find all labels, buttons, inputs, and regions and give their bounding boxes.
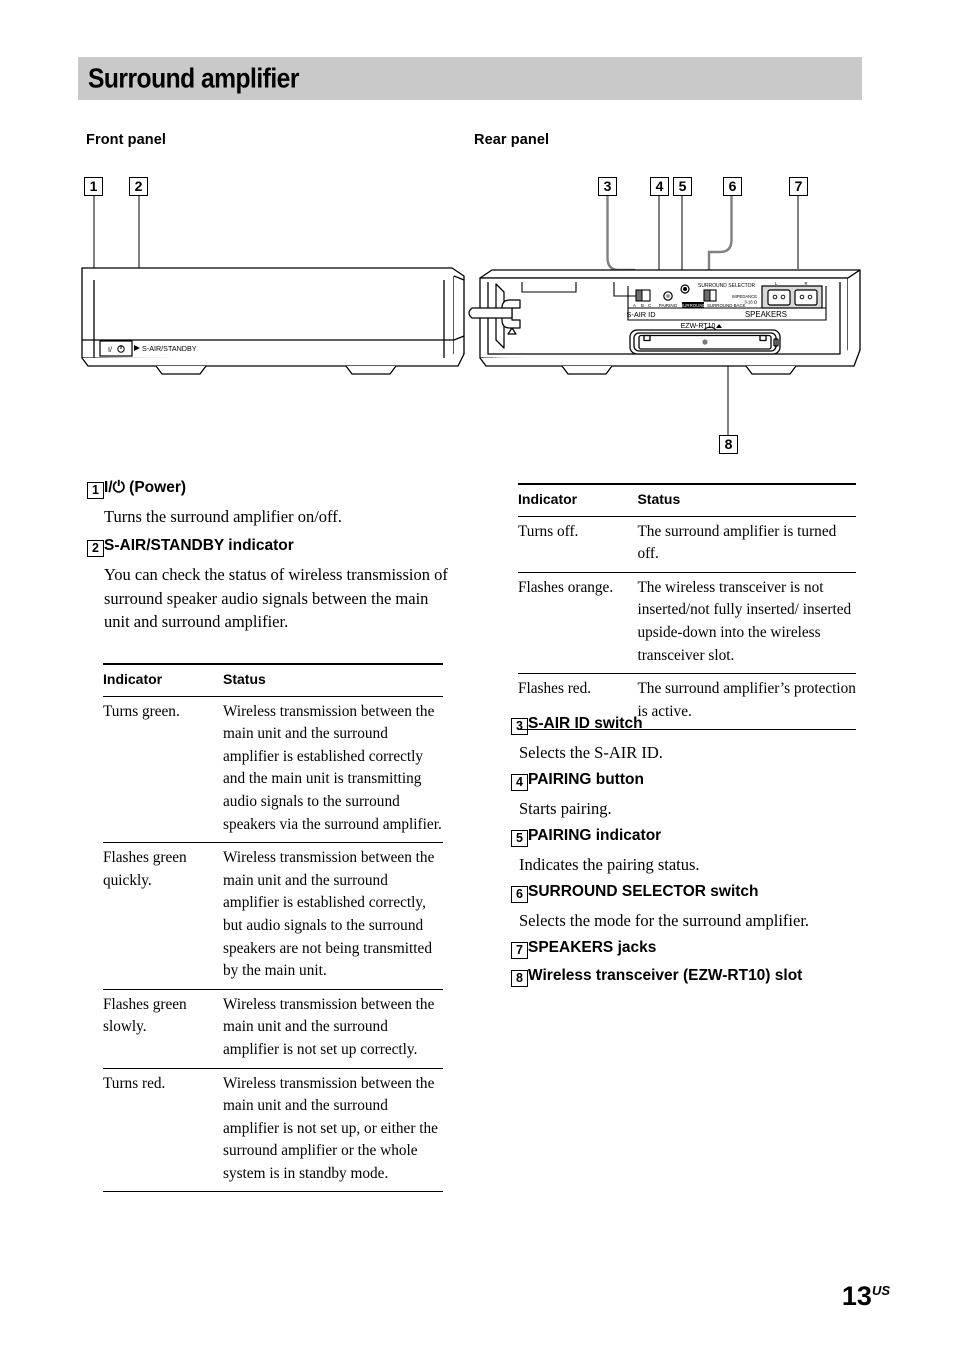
- table-header-row: Indicator Status: [103, 662, 443, 697]
- svg-text:SURROUND BACK: SURROUND BACK: [707, 303, 746, 308]
- leader-line-7: [797, 196, 800, 269]
- column-header-indicator: Indicator: [518, 482, 638, 517]
- rear-panel-heading: Rear panel: [474, 132, 550, 148]
- cell-status: Wireless transmission between the main u…: [223, 1068, 443, 1193]
- svg-text:R: R: [804, 281, 807, 286]
- table-row: Flashes green quickly. Wireless transmis…: [103, 842, 443, 990]
- front-indicator-label: S-AIR/STANDBY: [142, 344, 197, 353]
- page-title: Surround amplifier: [88, 62, 328, 94]
- svg-text:B: B: [641, 303, 644, 308]
- item-title-4: PAIRING button: [528, 771, 644, 788]
- item-title-2: S-AIR/STANDBY indicator: [104, 537, 294, 554]
- cell-status: The surround amplifier’s protection is a…: [637, 673, 856, 731]
- svg-text:C: C: [648, 303, 651, 308]
- table-row: Flashes green slowly. Wireless transmiss…: [103, 989, 443, 1069]
- page-number-value: 13: [841, 1281, 872, 1311]
- table-row: Turns off. The surround amplifier is tur…: [518, 516, 856, 573]
- item-body-3: Selects the S-AIR ID.: [519, 743, 663, 762]
- table-row: Turns red. Wireless transmission between…: [103, 1068, 443, 1193]
- item-number-5: 5: [511, 830, 528, 847]
- speakers-group-label: SPEAKERS: [745, 310, 787, 319]
- cell-status: Wireless transmission between the main u…: [223, 696, 443, 844]
- svg-text:I/: I/: [108, 347, 112, 354]
- callout-1: 1: [84, 177, 103, 196]
- item-number-3: 3: [511, 718, 528, 735]
- item-number-4: 4: [511, 774, 528, 791]
- item-title-8: Wireless transceiver (EZW-RT10) slot: [528, 967, 803, 984]
- item-body-2: You can check the status of wireless tra…: [104, 565, 448, 631]
- front-panel-heading: Front panel: [86, 132, 167, 148]
- item-title-6: SURROUND SELECTOR switch: [528, 883, 759, 900]
- table-row: Turns green. Wireless transmission betwe…: [103, 696, 443, 844]
- item-body-5: Indicates the pairing status.: [519, 855, 700, 874]
- impedance-label: IMPEDANCE: [732, 294, 757, 299]
- cell-indicator: Turns green.: [103, 696, 223, 844]
- surround-selector-label: SURROUND SELECTOR: [698, 283, 756, 289]
- item-number-2: 2: [87, 540, 104, 557]
- item-title-7: SPEAKERS jacks: [528, 939, 657, 956]
- svg-text:SURROUND: SURROUND: [680, 303, 705, 308]
- page-number: 13US: [842, 1281, 890, 1312]
- item-title-3: S-AIR ID switch: [528, 715, 643, 732]
- cell-status: The wireless transceiver is not inserted…: [637, 572, 856, 675]
- cell-indicator: Flashes green quickly.: [103, 842, 223, 990]
- callout-8: 8: [719, 435, 738, 454]
- item-title-5: PAIRING indicator: [528, 827, 662, 844]
- s-air-id-group-label: S-AIR ID: [626, 310, 655, 319]
- callout-2: 2: [129, 177, 148, 196]
- item-body-6: Selects the mode for the surround amplif…: [519, 911, 810, 930]
- callout-6: 6: [723, 177, 742, 196]
- item-number-1: 1: [87, 482, 104, 499]
- item-number-7: 7: [511, 942, 528, 959]
- cell-status: Wireless transmission between the main u…: [223, 989, 443, 1069]
- svg-text:PAIRING: PAIRING: [659, 303, 678, 308]
- rear-panel-illustration: A B C S-AIR ID PAIRING SURROUND SELECTOR…: [468, 269, 861, 375]
- front-panel-illustration: I/ S-AIR/STANDBY: [81, 267, 465, 375]
- callout-4: 4: [650, 177, 669, 196]
- chapter-title-bar: Surround amplifier: [78, 57, 862, 100]
- cell-status: The surround amplifier is turned off.: [637, 516, 856, 573]
- callout-3: 3: [598, 177, 617, 196]
- callout-7: 7: [789, 177, 808, 196]
- impedance-value: 3-16 Ω: [744, 300, 757, 305]
- cell-indicator: Turns off.: [518, 516, 638, 573]
- indicator-status-table-left: Indicator Status Turns green. Wireless t…: [103, 662, 443, 1193]
- page-title-text: Surround amplifier: [88, 61, 299, 93]
- cell-status: Wireless transmission between the main u…: [223, 842, 443, 990]
- item-body-1: Turns the surround amplifier on/off.: [104, 507, 342, 526]
- indicator-status-table-right: Indicator Status Turns off. The surround…: [518, 482, 856, 731]
- callout-5: 5: [673, 177, 692, 196]
- column-header-indicator: Indicator: [103, 662, 223, 697]
- item-number-8: 8: [511, 970, 528, 987]
- table-header-row: Indicator Status: [518, 482, 856, 517]
- manual-page: Surround amplifier Front panel Rear pane…: [0, 0, 954, 1352]
- table-row: Flashes orange. The wireless transceiver…: [518, 572, 856, 675]
- cell-indicator: Turns red.: [103, 1068, 223, 1193]
- cell-indicator: Flashes orange.: [518, 572, 638, 675]
- item-title-1: I/⏻ (Power): [104, 479, 187, 496]
- item-number-6: 6: [511, 886, 528, 903]
- column-header-status: Status: [223, 662, 443, 697]
- item-body-4: Starts pairing.: [519, 799, 612, 818]
- cell-indicator: Flashes green slowly.: [103, 989, 223, 1069]
- svg-text:A: A: [633, 303, 636, 308]
- page-number-suffix: US: [871, 1283, 890, 1298]
- column-header-status: Status: [637, 482, 856, 517]
